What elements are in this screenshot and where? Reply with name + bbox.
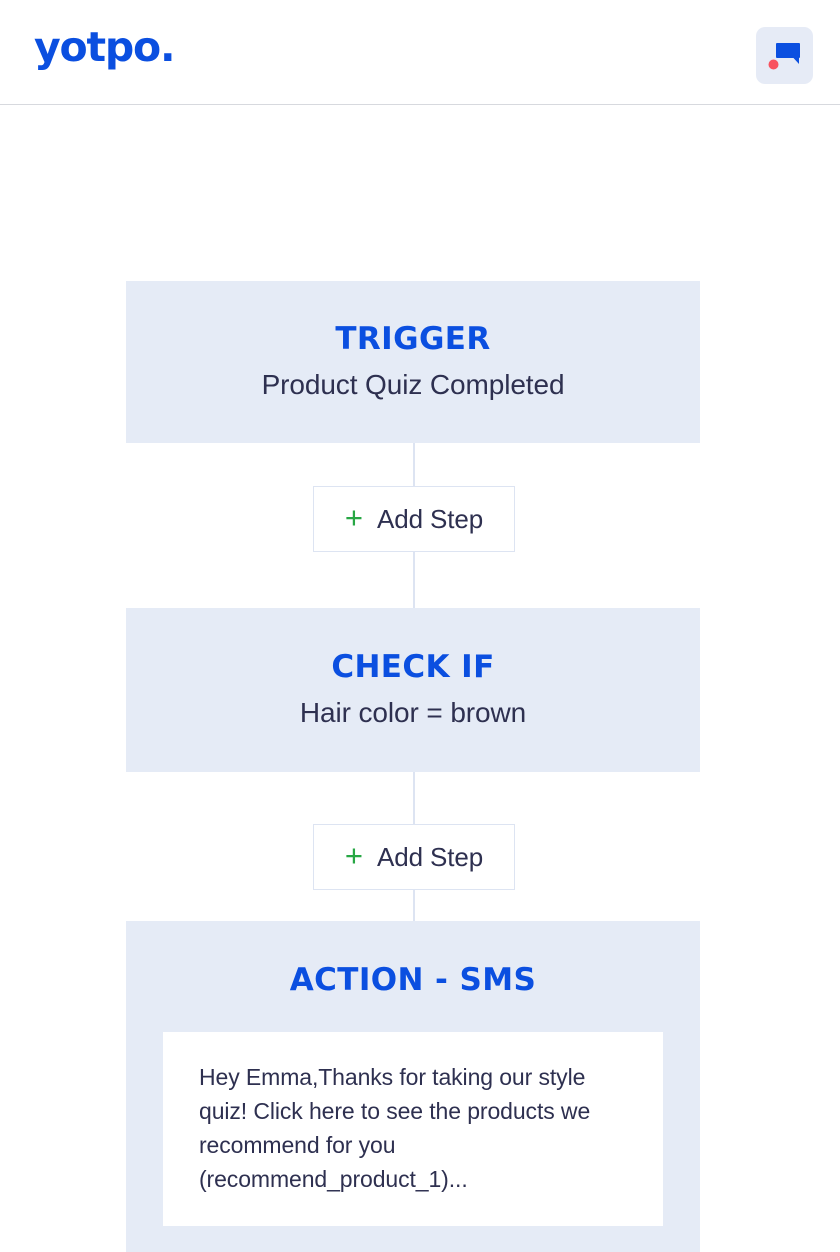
- chat-support-button[interactable]: [756, 27, 813, 84]
- chat-bubble-icon: [768, 40, 802, 72]
- connector-line: [413, 443, 415, 487]
- step-detail-label: Product Quiz Completed: [261, 368, 565, 400]
- add-step-button-1[interactable]: + Add Step: [313, 486, 515, 552]
- flow-step-trigger[interactable]: TRIGGER Product Quiz Completed: [126, 281, 700, 443]
- connector-line: [413, 552, 415, 608]
- step-type-label: TRIGGER: [335, 321, 491, 358]
- connector-line: [413, 890, 415, 921]
- add-step-button-2[interactable]: + Add Step: [313, 824, 515, 890]
- step-type-label: ACTION - SMS: [289, 962, 537, 998]
- sms-message-preview[interactable]: Hey Emma,Thanks for taking our style qui…: [163, 1031, 663, 1226]
- add-step-label: Add Step: [376, 841, 484, 872]
- connector-line: [413, 772, 415, 824]
- flow-step-condition[interactable]: CHECK IF Hair color = brown: [126, 608, 700, 772]
- app-header: yotpo.: [0, 0, 840, 105]
- flow-step-action-sms[interactable]: ACTION - SMS Hey Emma,Thanks for taking …: [126, 921, 700, 1252]
- step-detail-label: Hair color = brown: [299, 696, 527, 728]
- add-step-label: Add Step: [376, 503, 484, 534]
- yotpo-logo: yotpo.: [34, 23, 176, 71]
- plus-icon: +: [344, 838, 363, 873]
- step-type-label: CHECK IF: [331, 649, 495, 686]
- workflow-canvas: TRIGGER Product Quiz Completed + Add Ste…: [0, 105, 840, 1252]
- plus-icon: +: [344, 500, 363, 535]
